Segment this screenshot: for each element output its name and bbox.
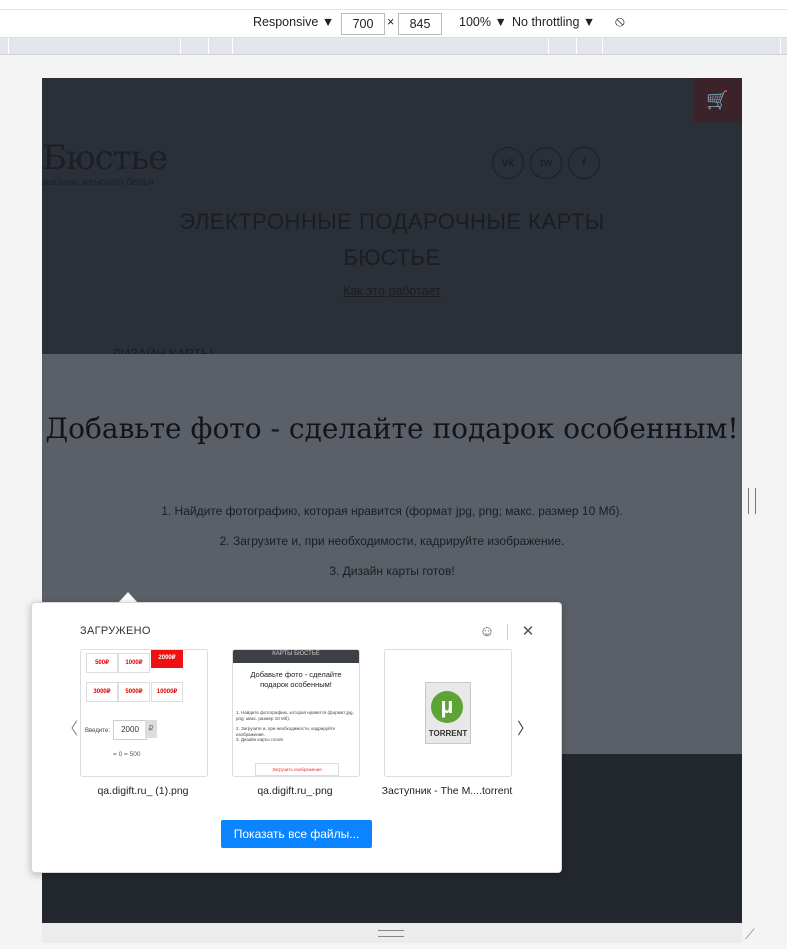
rotate-icon[interactable]: ⦸ (615, 13, 625, 30)
file-name-3[interactable]: Заступник - The M....torrent (377, 785, 517, 797)
chevron-left-icon[interactable]: 〈 (62, 715, 78, 739)
amount-cell: 1000₽ (118, 653, 150, 673)
amount-cell: 3000₽ (86, 682, 118, 702)
toolbar-divider (0, 9, 787, 10)
file-name-1[interactable]: qa.digift.ru_ (1).png (73, 785, 213, 797)
ruler-tick (576, 38, 577, 54)
cart-icon[interactable]: 🛒 (693, 78, 742, 122)
times-sign: × (387, 15, 395, 29)
chevron-down-icon: ▼ (321, 15, 335, 29)
show-all-files-button[interactable]: Показать все файлы... (221, 820, 372, 848)
download-thumbnail-1[interactable]: 500₽ 1000₽ 2000₽ 3000₽ 5000₽ 10000₽ Введ… (80, 649, 208, 777)
ruler-tick (8, 38, 9, 54)
chevron-right-icon[interactable]: 〉 (517, 715, 533, 739)
logo-subtitle: магазин женского белья (42, 177, 154, 188)
height-input[interactable]: 845 (398, 13, 442, 35)
smiley-icon[interactable]: ☺ (478, 623, 496, 641)
thumb-header: КАРТЫ БЮСТЬЕ (233, 650, 359, 663)
thumb-step-1: 1. Найдите фотографию, которая нравится … (236, 710, 354, 721)
vk-icon[interactable]: vk (492, 147, 524, 179)
enter-label: Введите: (85, 728, 110, 734)
ruler-tick (602, 38, 603, 54)
ruler-tick (548, 38, 549, 54)
modal-title: Добавьте фото - сделайте подарок особенн… (45, 412, 739, 445)
amount-cell: 500₽ (86, 653, 118, 673)
media-query-ruler[interactable] (0, 38, 787, 55)
zoom-select[interactable]: 100% ▼ (459, 15, 507, 29)
amount-summary: = 0 = 500 (113, 751, 141, 758)
downloads-popup: ЗАГРУЖЕНО ☺ ✕ 〈 〉 500₽ 1000₽ 2000₽ 3000₽… (31, 602, 562, 873)
ruler-tick (232, 38, 233, 54)
ruler-tick (780, 38, 781, 54)
page-title-line1: ЭЛЕКТРОННЫЕ ПОДАРОЧНЫЕ КАРТЫ (179, 209, 605, 234)
amount-cell: 10000₽ (151, 682, 183, 702)
utorrent-logo-icon: µ (431, 691, 463, 723)
ruler-tick (208, 38, 209, 54)
torrent-caption: TORRENT (428, 729, 468, 738)
torrent-file-icon: µ TORRENT (425, 682, 471, 744)
chevron-down-icon: ▼ (494, 15, 507, 29)
resize-handle-right[interactable] (748, 488, 756, 514)
thumb-title: Добавьте фото - сделайте подарок особенн… (250, 670, 342, 689)
file-name-2[interactable]: qa.digift.ru_.png (225, 785, 365, 797)
throttling-select[interactable]: No throttling ▼ (512, 15, 595, 29)
how-it-works-link[interactable]: Как это работает (42, 284, 742, 298)
resize-corner-icon[interactable]: ⟋ (745, 926, 755, 943)
width-input[interactable]: 700 (341, 13, 385, 35)
design-heading: ДИЗАЙН КАРТЫ (112, 346, 213, 354)
header-divider (507, 624, 508, 640)
amount-input: 2000 (113, 720, 147, 740)
hero-section: 🛒 Бюстье магазин женского белья vk tw f … (42, 78, 742, 354)
zoom-label: 100% (459, 15, 491, 29)
download-thumbnail-3[interactable]: µ TORRENT (384, 649, 512, 777)
thumb-step-3: 3. Дизайн карты готов! (236, 737, 283, 742)
amount-cell: 5000₽ (118, 682, 150, 702)
facebook-icon[interactable]: f (568, 147, 600, 179)
downloads-header: ЗАГРУЖЕНО (80, 625, 151, 637)
device-label: Responsive (253, 15, 319, 29)
step-1: 1. Найдите фотографию, которая нравится … (161, 504, 623, 518)
chevron-down-icon: ▼ (582, 15, 596, 29)
throttling-label: No throttling (512, 15, 580, 29)
resize-handle-bottom[interactable] (378, 930, 404, 937)
close-icon[interactable]: ✕ (519, 623, 537, 641)
thumb-upload-button: Загрузить изображение (255, 763, 339, 776)
currency-sign: ₽ (145, 720, 157, 738)
download-thumbnail-2[interactable]: КАРТЫ БЮСТЬЕ Добавьте фото - сделайте по… (232, 649, 360, 777)
ruler-tick (180, 38, 181, 54)
page-title-line2: БЮСТЬЕ (343, 245, 441, 270)
step-3: 3. Дизайн карты готов! (329, 564, 455, 578)
site-logo[interactable]: Бюстье (42, 138, 168, 178)
page-title: ЭЛЕКТРОННЫЕ ПОДАРОЧНЫЕ КАРТЫ БЮСТЬЕ (42, 204, 742, 276)
step-2: 2. Загрузите и, при необходимости, кадри… (219, 534, 565, 548)
devtools-toolbar: Responsive ▼ 700 × 845 100% ▼ No throttl… (0, 0, 787, 38)
amount-cell-selected: 2000₽ (151, 650, 183, 668)
twitter-icon[interactable]: tw (530, 147, 562, 179)
device-select[interactable]: Responsive ▼ (253, 15, 334, 29)
